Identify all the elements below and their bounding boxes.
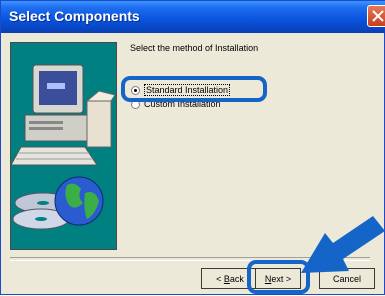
pointer-arrow	[301, 216, 385, 273]
installer-window: Select Components Select the method of I…	[0, 0, 385, 295]
